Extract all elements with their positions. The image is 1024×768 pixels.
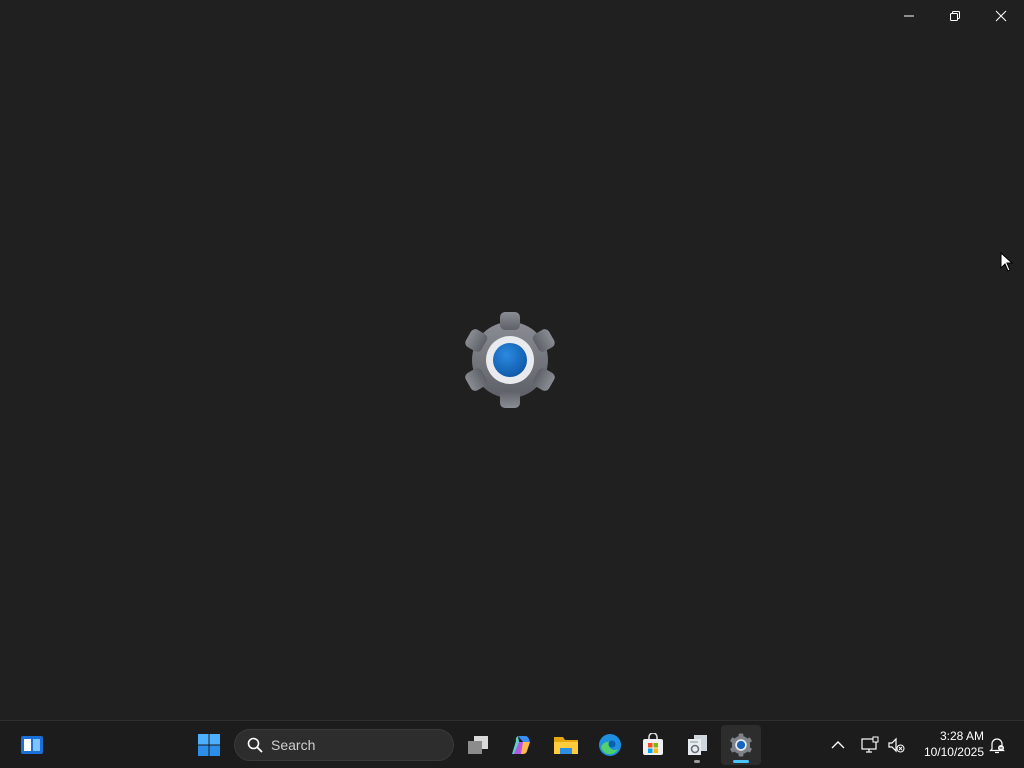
search-box[interactable]: Search <box>234 729 454 761</box>
start-button[interactable] <box>189 725 229 765</box>
notification-bell-icon <box>989 738 1005 754</box>
document-tool-icon <box>688 735 707 755</box>
volume-muted-icon <box>888 737 905 753</box>
caption-buttons <box>886 0 1024 32</box>
notifications-button[interactable] <box>986 725 1008 765</box>
settings-button[interactable] <box>721 725 761 765</box>
edge-button[interactable] <box>590 725 630 765</box>
search-label: Search <box>271 737 316 753</box>
file-explorer-button[interactable] <box>546 725 586 765</box>
settings-gear-icon <box>730 733 752 757</box>
volume-button[interactable] <box>884 725 908 765</box>
minimize-button[interactable] <box>886 0 932 32</box>
windows-start-icon <box>198 734 220 756</box>
mouse-cursor-icon <box>1000 252 1014 272</box>
network-icon <box>861 736 879 753</box>
task-view-button[interactable] <box>458 725 498 765</box>
clock-time: 3:28 AM <box>939 729 984 743</box>
widgets-button[interactable] <box>12 725 52 765</box>
active-indicator <box>733 760 749 763</box>
clock[interactable]: 3:28 AM 10/10/2025 <box>924 728 984 760</box>
task-view-icon <box>468 736 488 754</box>
settings-gear-icon <box>465 312 555 408</box>
clock-date: 10/10/2025 <box>923 745 984 759</box>
document-tool-button[interactable] <box>677 725 717 765</box>
widgets-icon <box>21 736 43 754</box>
folder-icon <box>554 737 578 754</box>
copilot-button[interactable] <box>502 725 542 765</box>
copilot-icon <box>512 736 530 754</box>
chevron-up-icon <box>831 741 845 749</box>
search-icon <box>247 737 263 753</box>
store-icon <box>643 733 663 755</box>
network-button[interactable] <box>858 725 882 765</box>
minimize-icon <box>904 15 914 17</box>
settings-window <box>0 0 1024 720</box>
show-hidden-icons-button[interactable] <box>826 725 850 765</box>
restore-icon <box>950 11 960 21</box>
running-indicator <box>694 760 700 763</box>
close-button[interactable] <box>978 0 1024 32</box>
close-icon <box>995 10 1007 22</box>
restore-button[interactable] <box>932 0 978 32</box>
microsoft-store-button[interactable] <box>633 725 673 765</box>
edge-icon <box>599 734 621 756</box>
taskbar: Search 3:28 AM 10/10/2025 <box>0 720 1024 768</box>
